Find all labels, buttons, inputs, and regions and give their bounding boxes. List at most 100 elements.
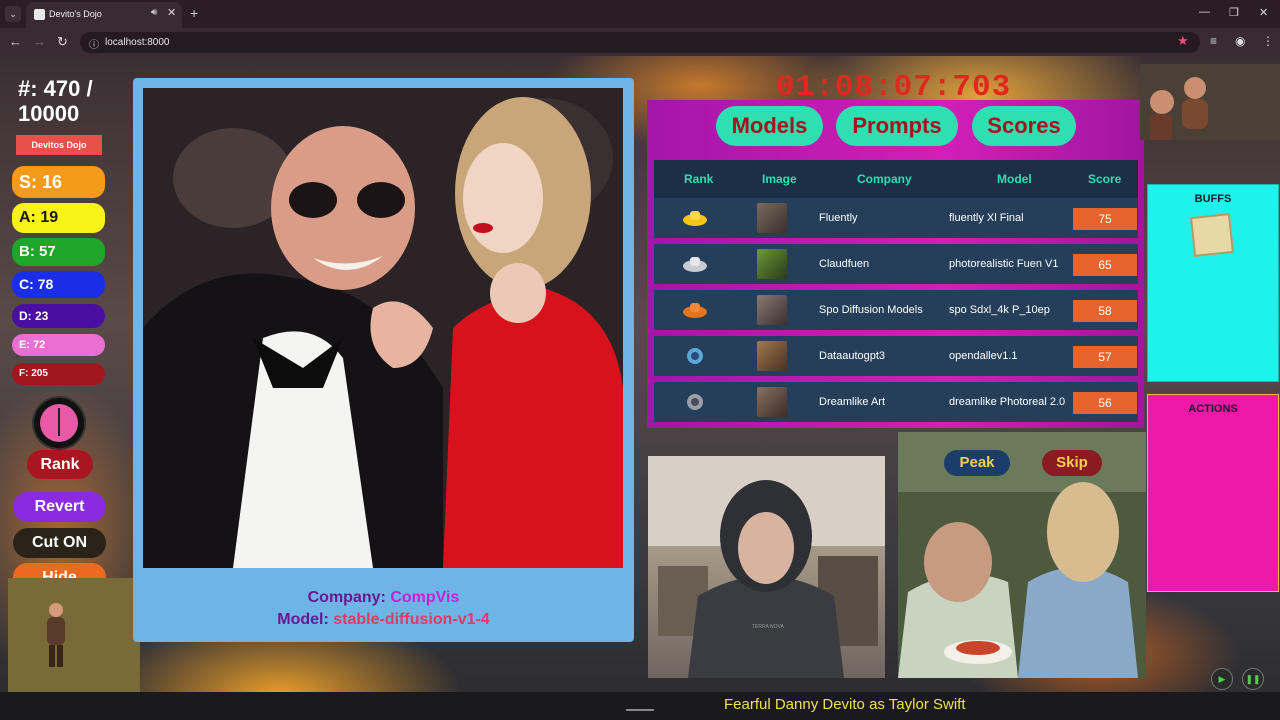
dial-pointer	[58, 408, 60, 436]
cut-toggle-button[interactable]: Cut ON	[13, 528, 106, 558]
col-model[interactable]: Model	[997, 172, 1032, 186]
image-company-caption: Company: CompVis	[133, 589, 634, 607]
shirt-text: TERRA NOVA	[752, 624, 785, 630]
row-score: 65	[1073, 254, 1137, 276]
buffs-panel: BUFFS	[1147, 184, 1279, 382]
play-icon[interactable]: ▶	[1211, 668, 1233, 690]
app-page: #: 470 / 10000 Devitos Dojo S: 16 A: 19 …	[0, 56, 1280, 720]
row-thumbnail	[757, 341, 787, 371]
rank-button[interactable]: Rank	[27, 450, 93, 479]
tab-title: Devito's Dojo	[49, 9, 102, 19]
silver-trophy-icon	[683, 257, 707, 272]
url-text: localhost:8000	[105, 37, 170, 48]
close-window-icon[interactable]: ✕	[1259, 6, 1268, 19]
url-field[interactable]: ⓘ localhost:8000	[80, 32, 1200, 53]
row-thumbnail	[757, 203, 787, 233]
maximize-icon[interactable]: ❐	[1229, 6, 1239, 19]
next-image-preview[interactable]	[898, 432, 1146, 678]
buff-card-icon[interactable]	[1190, 213, 1234, 257]
table-row[interactable]: Dreamlike Art dreamlike Photoreal 2.0 56	[654, 382, 1138, 422]
forward-icon[interactable]: →	[33, 34, 46, 49]
tier-f: F: 205	[12, 363, 105, 385]
preview-illustration	[898, 432, 1146, 678]
image-model-caption: Model: stable-diffusion-v1-4	[133, 611, 634, 629]
table-row[interactable]: Spo Diffusion Models spo Sdxl_4k P_10ep …	[654, 290, 1138, 330]
avatar-figure-icon	[47, 603, 65, 667]
company-label: Company:	[307, 589, 386, 606]
row-model: opendallev1.1	[949, 350, 1018, 362]
row-model: photorealistic Fuen V1	[949, 258, 1059, 270]
company-value: CompVis	[390, 589, 460, 606]
tab-models[interactable]: Models	[716, 106, 823, 146]
pause-icon[interactable]: ❚❚	[1242, 668, 1264, 690]
col-image[interactable]: Image	[762, 172, 797, 186]
speaker-icon[interactable]: 🔊︎	[151, 7, 157, 18]
webcam-person: TERRA NOVA	[648, 456, 885, 678]
site-info-icon[interactable]: ⓘ	[89, 36, 99, 51]
minimize-icon[interactable]: —	[1199, 6, 1210, 18]
table-header: Rank Image Company Model Score	[654, 160, 1138, 198]
new-tab-icon[interactable]: +	[190, 5, 198, 21]
reload-icon[interactable]: ↻	[57, 34, 68, 50]
avatar-figures-icon	[1140, 64, 1280, 140]
rank-dial[interactable]	[32, 396, 86, 450]
row-company: Claudfuen	[819, 258, 870, 270]
tier-b: B: 57	[12, 238, 105, 266]
dojo-badge[interactable]: Devitos Dojo	[16, 135, 102, 155]
generated-image[interactable]	[143, 88, 623, 568]
skip-button[interactable]: Skip	[1042, 450, 1102, 476]
tab-search-icon[interactable]: ⌄	[5, 6, 21, 22]
main-image-panel: Company: CompVis Model: stable-diffusion…	[133, 78, 634, 642]
table-row[interactable]: Claudfuen photorealistic Fuen V1 65	[654, 244, 1138, 284]
col-rank[interactable]: Rank	[684, 172, 713, 186]
bookmark-star-icon[interactable]: ★	[1177, 33, 1189, 49]
browser-tab-bar: ⌄ Devito's Dojo 🔊︎ ✕ + — ❐ ✕	[0, 0, 1280, 28]
col-score[interactable]: Score	[1088, 172, 1121, 186]
bottom-bar	[0, 692, 1280, 720]
row-model: fluently Xl Final	[949, 212, 1024, 224]
model-value: stable-diffusion-v1-4	[333, 611, 490, 628]
back-icon[interactable]: ←	[9, 34, 22, 49]
tab-prompts[interactable]: Prompts	[836, 106, 958, 146]
leaderboard-panel: Models Prompts Scores Rank Image Company…	[647, 100, 1144, 428]
model-label: Model:	[277, 611, 329, 628]
row-score: 58	[1073, 300, 1137, 322]
actions-title: ACTIONS	[1188, 403, 1238, 415]
tier-a: A: 19	[12, 203, 105, 233]
row-thumbnail	[757, 295, 787, 325]
profile-icon[interactable]: ◉	[1235, 34, 1245, 48]
media-controls-icon[interactable]: ≡	[1210, 34, 1217, 48]
close-tab-icon[interactable]: ✕	[167, 6, 176, 19]
tier-e: E: 72	[12, 334, 105, 356]
row-model: spo Sdxl_4k P_10ep	[949, 304, 1050, 316]
address-bar: ← → ↻ ⓘ localhost:8000	[0, 28, 1280, 56]
row-thumbnail	[757, 249, 787, 279]
tier-c: C: 78	[12, 271, 105, 298]
tier-d: D: 23	[12, 304, 105, 328]
table-row[interactable]: Dataautogpt3 opendallev1.1 57	[654, 336, 1138, 376]
tab-scores[interactable]: Scores	[972, 106, 1076, 146]
bronze-trophy-icon	[683, 303, 707, 318]
row-company: Dreamlike Art	[819, 396, 886, 408]
revert-button[interactable]: Revert	[13, 492, 106, 522]
peak-button[interactable]: Peak	[944, 450, 1010, 476]
col-company[interactable]: Company	[857, 172, 912, 186]
drag-handle[interactable]	[626, 709, 654, 711]
dial-face	[40, 404, 78, 442]
blue-badge-icon	[687, 348, 703, 364]
current-prompt: Fearful Danny Devito as Taylor Swift	[724, 696, 966, 713]
menu-icon[interactable]: ⋮	[1262, 34, 1274, 48]
mini-avatar	[1140, 64, 1280, 140]
page-favicon-icon	[34, 9, 45, 20]
browser-tab[interactable]: Devito's Dojo 🔊︎ ✕	[26, 2, 182, 28]
row-model: dreamlike Photoreal 2.0	[949, 396, 1066, 408]
row-company: Dataautogpt3	[819, 350, 886, 362]
webcam-feed: TERRA NOVA	[648, 456, 885, 678]
row-score: 56	[1073, 392, 1137, 414]
gray-badge-icon	[687, 394, 703, 410]
gold-trophy-icon	[683, 211, 707, 226]
image-counter: #: 470 / 10000	[18, 76, 93, 126]
row-score: 75	[1073, 208, 1137, 230]
row-score: 57	[1073, 346, 1137, 368]
table-row[interactable]: Fluently fluently Xl Final 75	[654, 198, 1138, 238]
